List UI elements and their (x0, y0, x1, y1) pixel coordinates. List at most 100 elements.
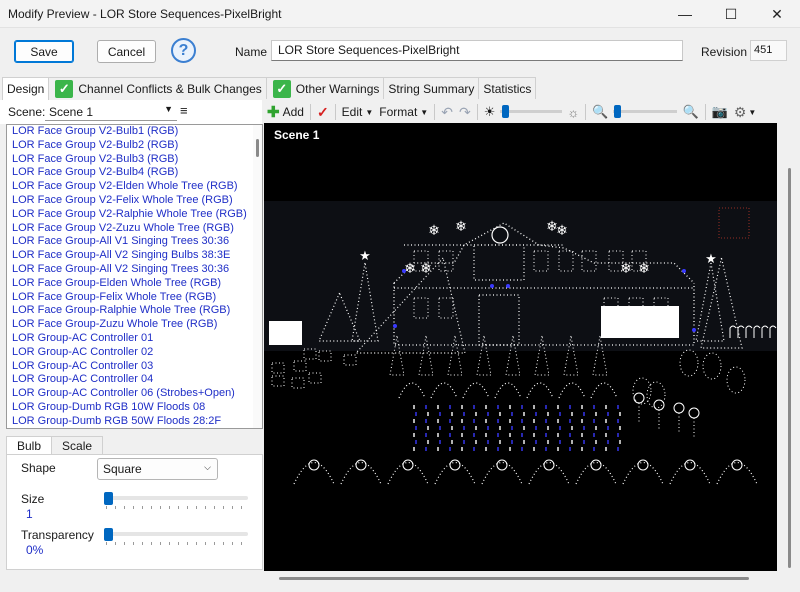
scroll-thumb[interactable] (256, 139, 259, 157)
list-item[interactable]: LOR Face Group V2-Bulb4 (RGB) (7, 166, 262, 180)
zoom-slider[interactable] (613, 104, 678, 120)
maximize-button[interactable]: ☐ (708, 0, 754, 28)
settings-menu[interactable]: ⚙ ▼ (731, 102, 759, 122)
shape-label: Shape (21, 461, 56, 475)
slider-thumb[interactable] (104, 492, 113, 505)
snapshot-button[interactable]: 📷 (709, 102, 731, 122)
list-item[interactable]: LOR Face Group V2-Bulb1 (RGB) (7, 125, 262, 139)
list-item[interactable]: LOR Face Group V2-Felix Whole Tree (RGB) (7, 194, 262, 208)
snowflake-lights: ❄ (556, 223, 568, 239)
arch-lights (494, 382, 522, 399)
add-button[interactable]: ✚ Add (264, 102, 307, 122)
help-icon[interactable]: ? (171, 38, 196, 63)
minimize-button[interactable]: — (662, 0, 708, 28)
redo-button[interactable]: ↷ (456, 102, 474, 122)
preview-horizontal-scrollbar[interactable] (264, 571, 800, 592)
arch-lights (398, 382, 426, 399)
brightness-high-button[interactable]: ☼ (564, 102, 582, 122)
slider-track (613, 110, 678, 113)
tab-design[interactable]: Design (2, 77, 50, 100)
accent-bulb (490, 284, 494, 288)
lollipop-lights (673, 402, 685, 414)
accent-bulb (682, 269, 686, 273)
list-item[interactable]: LOR Face Group-Felix Whole Tree (RGB) (7, 291, 262, 305)
scene-backdrop (264, 201, 777, 351)
brightness-low-button[interactable]: ☀ (481, 102, 499, 122)
list-scrollbar[interactable] (253, 125, 262, 428)
tab-other-warnings[interactable]: ✓ Other Warnings (265, 77, 385, 99)
menu-icon[interactable]: ≡ (180, 103, 188, 118)
present-lights (343, 354, 357, 366)
brightness-slider[interactable] (500, 104, 563, 120)
ornament-light (590, 459, 602, 471)
scroll-thumb[interactable] (788, 168, 791, 568)
chevron-down-icon: ▼ (365, 107, 374, 117)
accent-bulb (692, 328, 696, 332)
toolbar-divider (476, 104, 478, 120)
list-item[interactable]: LOR Face Group-Ralphie Whole Tree (RGB) (7, 304, 262, 318)
list-item[interactable]: LOR Group-AC Controller 02 (7, 346, 262, 360)
name-input[interactable]: LOR Store Sequences-PixelBright (271, 40, 683, 61)
list-item[interactable]: LOR Face Group V2-Zuzu Whole Tree (RGB) (7, 222, 262, 236)
slider-thumb[interactable] (104, 528, 113, 541)
zoom-out-button[interactable]: 🔍 (589, 102, 611, 122)
dome-arch (716, 462, 758, 485)
props-list[interactable]: LOR Face Group V2-Bulb1 (RGB) LOR Face Gr… (6, 124, 263, 429)
list-item[interactable]: LOR Face Group V2-Bulb3 (RGB) (7, 153, 262, 167)
list-item[interactable]: LOR Group-Dumb RGB 50W Floods 28:2F (7, 415, 262, 428)
tab-bulb[interactable]: Bulb (6, 436, 53, 454)
list-item[interactable]: LOR Group-AC Controller 01 (7, 332, 262, 346)
list-item[interactable]: LOR Face Group-Zuzu Whole Tree (RGB) (7, 318, 262, 332)
list-item[interactable]: LOR Group-Dumb RGB 10W Floods 08 (7, 401, 262, 415)
scroll-thumb[interactable] (279, 577, 749, 580)
lollipop-lights (653, 399, 665, 411)
undo-button[interactable]: ↶ (438, 102, 456, 122)
slider-thumb[interactable] (614, 105, 622, 118)
snowflake-lights: ❄ (620, 261, 632, 277)
preview-canvas[interactable]: ❄ ❄ ❄ ❄ ❄ ❄ ❄ ❄ ★ ★ Scene 1 (264, 123, 777, 571)
chevron-down-icon: ▼ (164, 104, 173, 114)
snowflake-lights: ❄ (638, 261, 650, 277)
tab-channel-conflicts[interactable]: ✓ Channel Conflicts & Bulk Changes (48, 77, 267, 99)
list-item[interactable]: LOR Face Group V2-Elden Whole Tree (RGB) (7, 180, 262, 194)
list-item[interactable]: LOR Face Group-All V2 Singing Trees 30:3… (7, 263, 262, 277)
present-lights (271, 362, 285, 374)
title-bar: Modify Preview - LOR Store Sequences-Pix… (0, 0, 800, 28)
slider-ticks (106, 506, 248, 509)
list-item[interactable]: LOR Face Group-Elden Whole Tree (RGB) (7, 277, 262, 291)
list-item[interactable]: LOR Group-AC Controller 04 (7, 373, 262, 387)
slider-thumb[interactable] (502, 105, 510, 118)
scene-dropdown[interactable]: Scene 1 ▼ (45, 103, 177, 121)
singing-face (679, 349, 699, 377)
close-button[interactable]: ✕ (754, 0, 800, 28)
format-menu[interactable]: Format ▼ (376, 102, 431, 122)
zoom-in-button[interactable]: 🔍 (679, 102, 701, 122)
add-label: Add (282, 105, 304, 119)
list-item[interactable]: LOR Face Group V2-Ralphie Whole Tree (RG… (7, 208, 262, 222)
tab-statistics[interactable]: Statistics (478, 77, 537, 99)
size-slider[interactable] (104, 492, 248, 509)
size-label: Size (21, 492, 45, 506)
edit-menu[interactable]: Edit ▼ (339, 102, 377, 122)
list-item[interactable]: LOR Group-AC Controller 03 (7, 360, 262, 374)
dome-arch (528, 462, 570, 485)
tab-label: Design (7, 82, 45, 96)
save-button[interactable]: Save (14, 40, 74, 63)
singing-face (702, 352, 722, 380)
validate-button[interactable]: ✓ (314, 102, 332, 122)
tab-scale[interactable]: Scale (51, 436, 104, 454)
sign-panel (269, 321, 302, 345)
tab-string-summary[interactable]: String Summary (383, 77, 480, 99)
cancel-button[interactable]: Cancel (97, 40, 156, 63)
snowflake-lights: ❄ (420, 261, 432, 277)
ornament-light (355, 459, 367, 471)
list-item[interactable]: LOR Group-AC Controller 06 (Strobes+Open… (7, 387, 262, 401)
shape-dropdown[interactable]: Square ⌵ (97, 458, 218, 480)
list-item[interactable]: LOR Face Group-All V1 Singing Trees 30:3… (7, 235, 262, 249)
transparency-slider[interactable] (104, 528, 248, 545)
ornament-light (543, 459, 555, 471)
preview-vertical-scrollbar[interactable] (777, 123, 800, 571)
list-item[interactable]: LOR Face Group V2-Bulb2 (RGB) (7, 139, 262, 153)
arch-lights (590, 382, 618, 399)
list-item[interactable]: LOR Face Group-All V2 Singing Bulbs 38:3… (7, 249, 262, 263)
